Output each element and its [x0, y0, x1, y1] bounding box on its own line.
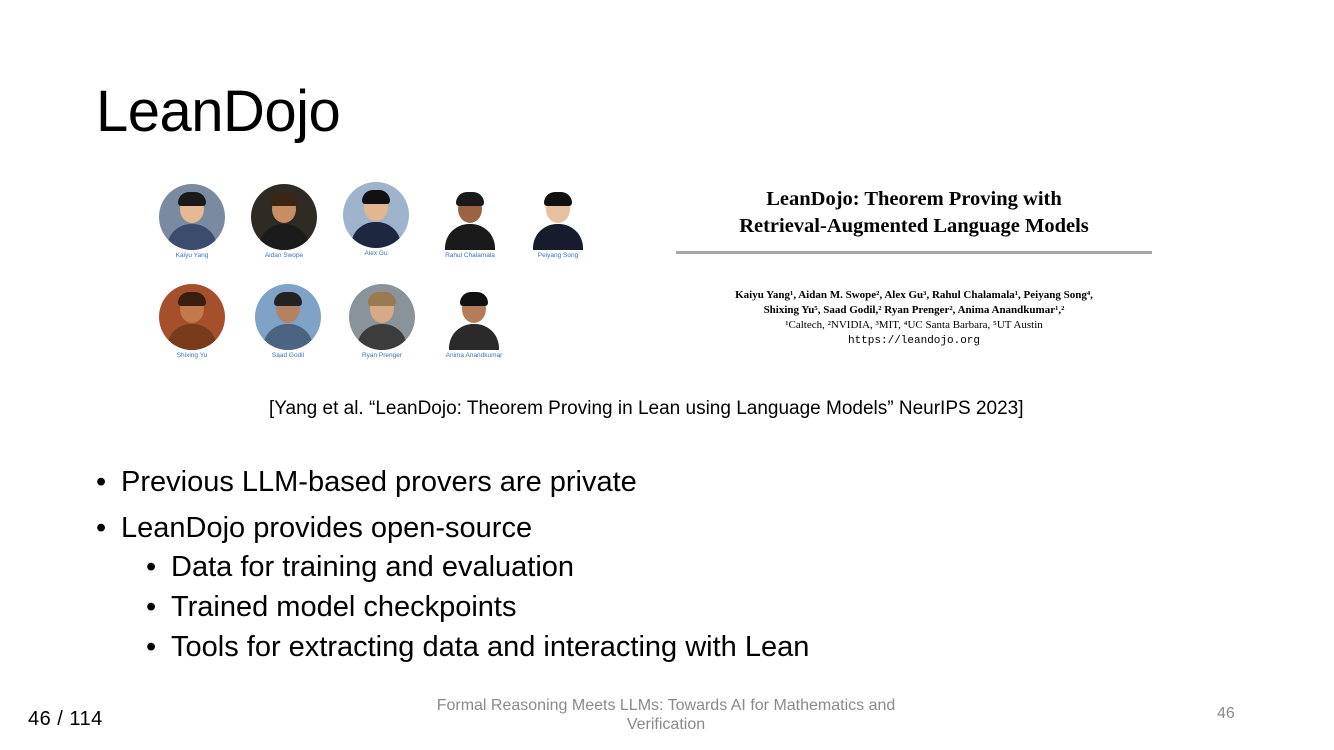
- author-photo: [525, 184, 591, 250]
- bullet-marker: •: [96, 466, 107, 498]
- bullet-marker: •: [146, 631, 157, 663]
- paper-author-line: Kaiyu Yang¹, Aidan M. Swope², Alex Gu³, …: [735, 289, 1093, 301]
- paper-url: https://leandojo.org: [847, 335, 981, 347]
- author-name: Ryan Prenger: [361, 352, 403, 359]
- bullet-text: Previous LLM-based provers are private: [121, 466, 637, 498]
- citation: [Yang et al. “LeanDojo: Theorem Proving …: [269, 398, 1024, 419]
- author-name: Alex Gu: [364, 250, 388, 257]
- author-name: Kaiyu Yang: [175, 252, 209, 259]
- slide-number: 46: [1217, 705, 1235, 722]
- author-name: Saad Godil: [271, 352, 305, 359]
- paper-affiliations: ¹Caltech, ²NVIDIA, ³MIT, ⁴UC Santa Barba…: [785, 319, 1043, 331]
- author-photo-grid: Kaiyu Yang Aidan Swope Alex Gu Rahul Cha…: [150, 180, 610, 370]
- author-card: Saad Godil: [248, 284, 328, 359]
- author-name: Aidan Swope: [264, 252, 304, 259]
- bullet-text: Trained model checkpoints: [171, 591, 517, 623]
- author-photo: [343, 182, 409, 248]
- author-card: Ryan Prenger: [342, 284, 422, 359]
- paper-title: LeanDojo: Theorem Proving with Retrieval…: [676, 186, 1152, 240]
- bullet-text: LeanDojo provides open-source: [121, 512, 533, 544]
- author-card: Kaiyu Yang: [152, 184, 232, 259]
- author-name: Anima Anandkumar: [445, 352, 503, 359]
- author-photo: [349, 284, 415, 350]
- bullet-marker: •: [146, 591, 157, 623]
- author-name: Shixing Yu: [176, 352, 208, 359]
- sub-bullet-item: • Trained model checkpoints: [146, 590, 809, 624]
- paper-title-line: Retrieval-Augmented Language Models: [739, 215, 1089, 237]
- sub-bullet-item: • Tools for extracting data and interacti…: [146, 630, 809, 664]
- bullet-item: • LeanDojo provides open-source: [96, 511, 809, 545]
- author-photo: [251, 184, 317, 250]
- author-photo: [159, 284, 225, 350]
- paper-title-line: LeanDojo: Theorem Proving with: [766, 188, 1062, 210]
- bullet-text: Tools for extracting data and interactin…: [171, 631, 810, 663]
- author-photo: [159, 184, 225, 250]
- footer-talk-title: Formal Reasoning Meets LLMs: Towards AI …: [436, 697, 896, 733]
- author-photo: [255, 284, 321, 350]
- author-card: Rahul Chalamala: [430, 184, 510, 259]
- bullet-item: • Previous LLM-based provers are private: [96, 465, 809, 499]
- author-card: Alex Gu: [336, 182, 416, 257]
- author-card: Anima Anandkumar: [434, 284, 514, 359]
- bullet-text: Data for training and evaluation: [171, 551, 575, 583]
- sub-bullet-item: • Data for training and evaluation: [146, 550, 809, 584]
- author-name: Rahul Chalamala: [445, 252, 495, 259]
- paper-author-line: Shixing Yu⁵, Saad Godil,² Ryan Prenger²,…: [763, 304, 1065, 316]
- bullet-list: • Previous LLM-based provers are private …: [96, 465, 809, 670]
- paper-header-excerpt: LeanDojo: Theorem Proving with Retrieval…: [676, 186, 1152, 349]
- author-photo: [441, 284, 507, 350]
- bullet-marker: •: [96, 512, 107, 544]
- bullet-marker: •: [146, 551, 157, 583]
- slide-title: LeanDojo: [96, 79, 341, 144]
- paper-authors: Kaiyu Yang¹, Aidan M. Swope², Alex Gu³, …: [676, 288, 1152, 349]
- author-name: Peiyang Song: [537, 252, 579, 259]
- page-counter: 46 / 114: [28, 708, 103, 730]
- author-card: Aidan Swope: [244, 184, 324, 259]
- author-photo: [437, 184, 503, 250]
- paper-divider: [676, 251, 1152, 254]
- author-card: Peiyang Song: [518, 184, 598, 259]
- author-card: Shixing Yu: [152, 284, 232, 359]
